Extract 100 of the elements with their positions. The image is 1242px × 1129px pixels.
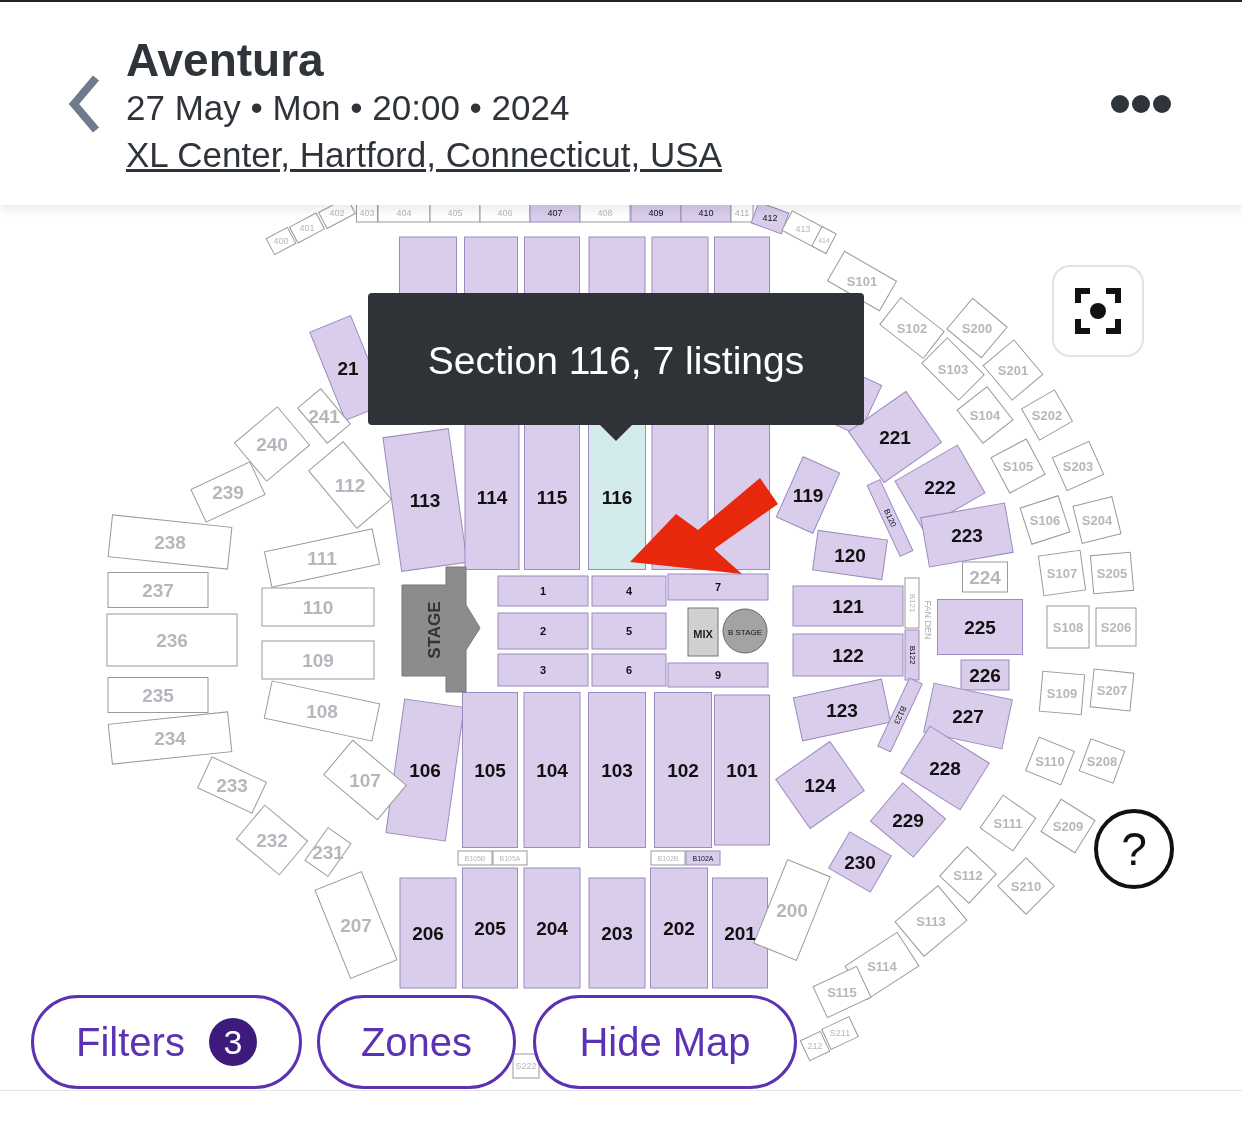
map-button[interactable]: Zones: [317, 995, 516, 1089]
recenter-icon: [1075, 288, 1121, 334]
section-label: S102: [896, 320, 928, 336]
button-label: Filters: [76, 1019, 185, 1066]
section-label: 409: [648, 208, 664, 218]
section-label: S211: [829, 1028, 851, 1038]
section-label: 412: [762, 213, 778, 223]
section-label: 236: [156, 629, 188, 651]
section-label: 413: [795, 224, 811, 234]
section-label: 403: [359, 208, 375, 218]
section-label: 229: [892, 809, 924, 831]
seat-section[interactable]: [523, 867, 581, 989]
section-label: S106: [1029, 512, 1061, 528]
section-label: 241: [308, 405, 340, 427]
seat-section[interactable]: [937, 599, 1023, 655]
seat-section[interactable]: [512, 1053, 540, 1079]
section-label: 108: [306, 700, 338, 722]
section-label: 202: [663, 917, 695, 939]
seat-section[interactable]: [792, 633, 904, 677]
venue-link[interactable]: XL Center, Hartford, Connecticut, USA: [126, 134, 722, 174]
seat-section[interactable]: [464, 424, 520, 570]
section-label: 411: [734, 208, 750, 218]
section-label: S115: [827, 984, 857, 1000]
section-label: 121: [832, 595, 864, 617]
back-icon: [66, 73, 102, 134]
section-label: 7: [714, 581, 722, 593]
count-badge: 3: [208, 1018, 257, 1066]
section-label: 410: [698, 208, 714, 218]
seat-section[interactable]: [960, 659, 1010, 691]
section-label: S208: [1086, 753, 1118, 769]
more-icon: [1110, 94, 1172, 115]
tooltip: Section 116, 7 listings: [368, 293, 864, 441]
section-label: 212: [807, 1041, 823, 1051]
section-label: 101: [726, 759, 758, 781]
seat-section[interactable]: [650, 867, 708, 989]
fan-den-label: FAN DEN: [923, 600, 933, 640]
section-label: 3: [539, 664, 547, 676]
section-label: 111: [307, 547, 337, 569]
section-label: S200: [961, 320, 993, 336]
section-label: 408: [597, 208, 613, 218]
section-label: 221: [879, 426, 911, 448]
section-label: 116: [601, 486, 633, 508]
section-label: 203: [601, 922, 633, 944]
section-label: S114: [867, 958, 897, 974]
section-label: 4: [625, 585, 633, 597]
stage: STAGE: [401, 566, 481, 693]
section-label: 407: [547, 208, 563, 218]
section-label: 107: [349, 769, 381, 791]
seat-section[interactable]: [399, 877, 457, 989]
section-label: S109: [1046, 685, 1078, 701]
section-label: 235: [142, 684, 174, 706]
section-label: 222: [924, 476, 956, 498]
section-label: S112: [953, 867, 983, 883]
section-label: 5: [625, 625, 633, 637]
seat-section[interactable]: [588, 877, 646, 989]
section-label: S205: [1096, 565, 1128, 581]
section-label: S104: [969, 407, 1001, 423]
section-label: S113: [916, 913, 946, 929]
section-label: S101: [846, 273, 878, 289]
section-label: 406: [497, 208, 513, 218]
section-label: 228: [929, 757, 961, 779]
seat-section[interactable]: [588, 424, 646, 570]
section-label: 207: [340, 914, 372, 936]
seat-section[interactable]: [712, 877, 768, 989]
section-label: 205: [474, 917, 506, 939]
seat-section[interactable]: [524, 424, 580, 570]
seat-section[interactable]: [462, 867, 518, 989]
section-label: 2: [539, 625, 547, 637]
section-label: 21: [337, 357, 359, 379]
seat-section[interactable]: [792, 585, 904, 627]
recenter-button[interactable]: [1052, 265, 1144, 357]
section-label: S209: [1052, 818, 1084, 834]
section-label: 405: [447, 208, 463, 218]
section-label: 204: [536, 917, 568, 939]
section-label: B120: [881, 507, 899, 529]
section-label: 115: [536, 486, 568, 508]
section-label: 230: [844, 851, 876, 873]
section-label: 106: [409, 759, 441, 781]
section-label: 105: [474, 759, 506, 781]
section-label: 123: [826, 699, 858, 721]
section-label: B123: [891, 704, 909, 726]
section-label: 401: [299, 223, 315, 233]
mix-booth: MIX: [687, 607, 719, 657]
section-label: 9: [714, 669, 722, 681]
section-label: 233: [216, 774, 248, 796]
section-label: 120: [834, 544, 866, 566]
section-label: 119: [792, 484, 824, 506]
section-label: 224: [969, 566, 1001, 588]
section-label: 112: [334, 474, 366, 496]
section-label: S203: [1062, 458, 1094, 474]
section-label: 232: [256, 829, 288, 851]
section-label: B122: [907, 645, 917, 665]
section-label: S111: [993, 815, 1023, 831]
section-label: 113: [409, 489, 441, 511]
filters-button[interactable]: Filters 3: [31, 995, 302, 1089]
section-label: S210: [1010, 878, 1042, 894]
section-label: B121: [907, 593, 917, 613]
back-button[interactable]: [66, 73, 102, 134]
section-label: S207: [1096, 682, 1128, 698]
section-label: S202: [1031, 407, 1063, 423]
